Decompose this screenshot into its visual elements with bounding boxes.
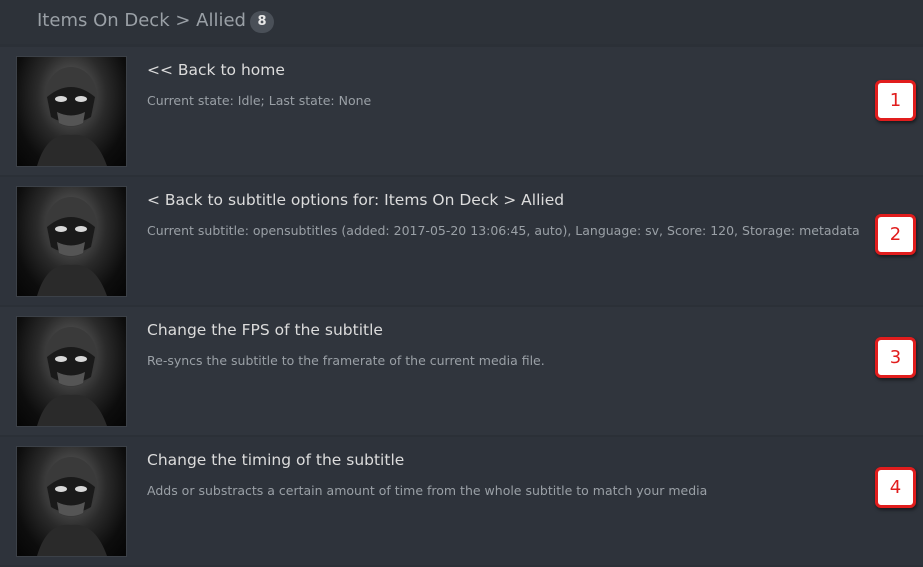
menu-list: << Back to home Current state: Idle; Las… <box>0 47 923 567</box>
item-description: Adds or substracts a certain amount of t… <box>147 483 708 498</box>
ninja-thumbnail-icon <box>16 446 127 557</box>
breadcrumb-title[interactable]: Items On Deck > Allied <box>37 10 246 31</box>
ninja-thumbnail-icon <box>16 316 127 427</box>
callout-badge: 2 <box>875 214 916 255</box>
list-item-back-to-home[interactable]: << Back to home Current state: Idle; Las… <box>0 47 923 175</box>
item-description: Current state: Idle; Last state: None <box>147 93 372 108</box>
ninja-thumbnail-icon <box>16 56 127 167</box>
item-description: Current subtitle: opensubtitles (added: … <box>147 223 860 238</box>
item-title: Change the timing of the subtitle <box>147 451 405 469</box>
callout-badge: 4 <box>875 467 916 508</box>
item-description: Re-syncs the subtitle to the framerate o… <box>147 353 545 368</box>
ninja-thumbnail-icon <box>16 186 127 297</box>
item-title: < Back to subtitle options for: Items On… <box>147 191 565 209</box>
item-title: Change the FPS of the subtitle <box>147 321 383 339</box>
list-item-change-fps[interactable]: Change the FPS of the subtitle Re-syncs … <box>0 307 923 435</box>
list-item-change-timing[interactable]: Change the timing of the subtitle Adds o… <box>0 437 923 565</box>
callout-badge: 1 <box>875 80 916 121</box>
callout-badge: 3 <box>875 337 916 378</box>
item-count-badge: 8 <box>250 11 274 33</box>
header: Items On Deck > Allied 8 <box>0 0 923 44</box>
item-title: << Back to home <box>147 61 285 79</box>
list-item-back-to-subtitle-options[interactable]: < Back to subtitle options for: Items On… <box>0 177 923 305</box>
